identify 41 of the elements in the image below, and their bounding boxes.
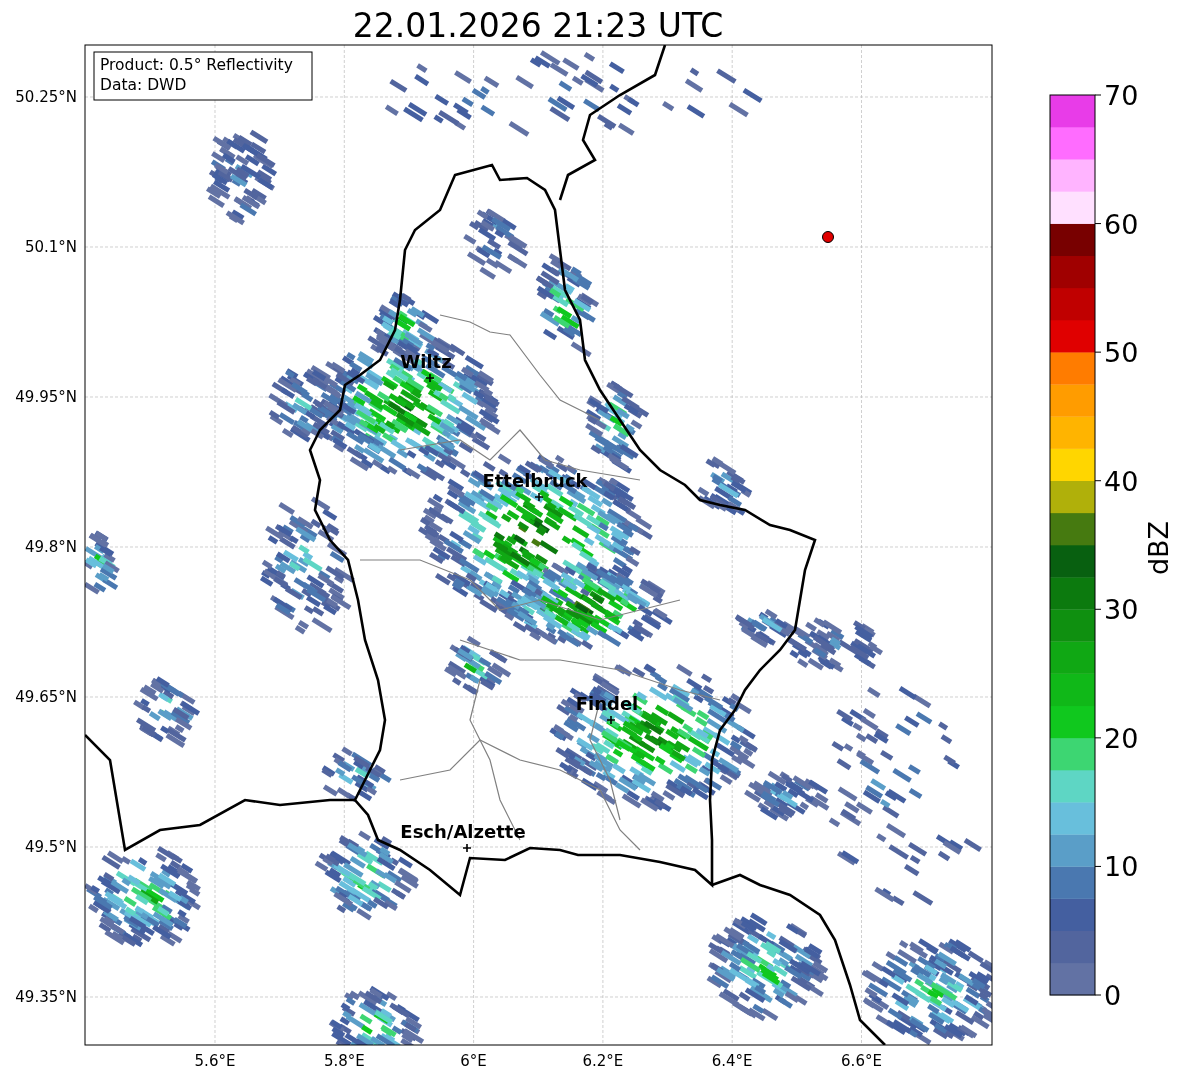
latitude-label: 49.95°N: [15, 388, 77, 406]
tick-mark: [1094, 865, 1102, 867]
city-marker-icon: [534, 492, 544, 502]
city-label: Findel: [575, 693, 639, 714]
colorbar-tick-label: 0: [1104, 980, 1122, 1011]
colorbar-tick-label: 50: [1104, 337, 1139, 369]
latitude-label: 49.5°N: [24, 838, 77, 856]
tick-mark: [1094, 737, 1102, 739]
colorbar-tick-label: 20: [1104, 722, 1139, 754]
colorbar-tick-label: 40: [1104, 465, 1139, 497]
tick-mark: [1094, 94, 1102, 96]
tick-mark: [1094, 480, 1102, 482]
tick-mark: [1094, 608, 1102, 610]
latitude-label: 50.25°N: [15, 88, 77, 106]
map-title: 22.01.2026 21:23 UTC: [352, 6, 724, 45]
city-label: Esch/Alzette: [400, 821, 526, 842]
latitude-label: 49.8°N: [24, 538, 77, 556]
longitude-label: 5.6°E: [194, 1052, 236, 1070]
city-label: Ettelbruck: [482, 470, 588, 491]
latitude-label: 49.35°N: [15, 988, 77, 1006]
location-dot-icon: [822, 231, 834, 243]
colorbar-tick-label: 30: [1104, 594, 1139, 626]
city-marker-icon: [425, 373, 435, 383]
longitude-label: 6.6°E: [841, 1052, 882, 1070]
tick-mark: [1094, 223, 1102, 225]
longitude-label: 6.2°E: [582, 1052, 624, 1070]
colorbar-tick-label: 10: [1104, 851, 1139, 883]
city-marker-icon: [606, 715, 616, 725]
colorbar-tick-label: 60: [1104, 208, 1139, 240]
colorbar-label: dBZ: [1143, 520, 1174, 576]
info-text: Product: 0.5° Reflectivity: [100, 56, 293, 74]
longitude-label: 6.4°E: [711, 1052, 753, 1070]
info-text: Data: DWD: [100, 76, 187, 94]
tick-mark: [1094, 351, 1102, 353]
latitude-label: 49.65°N: [15, 688, 77, 706]
city-marker-icon: [462, 843, 472, 853]
tick-mark: [1094, 994, 1102, 996]
colorbar-tick-label: 70: [1104, 80, 1139, 111]
longitude-label: 5.8°E: [323, 1052, 365, 1070]
latitude-label: 50.1°N: [24, 238, 77, 256]
longitude-label: 6°E: [460, 1052, 487, 1070]
